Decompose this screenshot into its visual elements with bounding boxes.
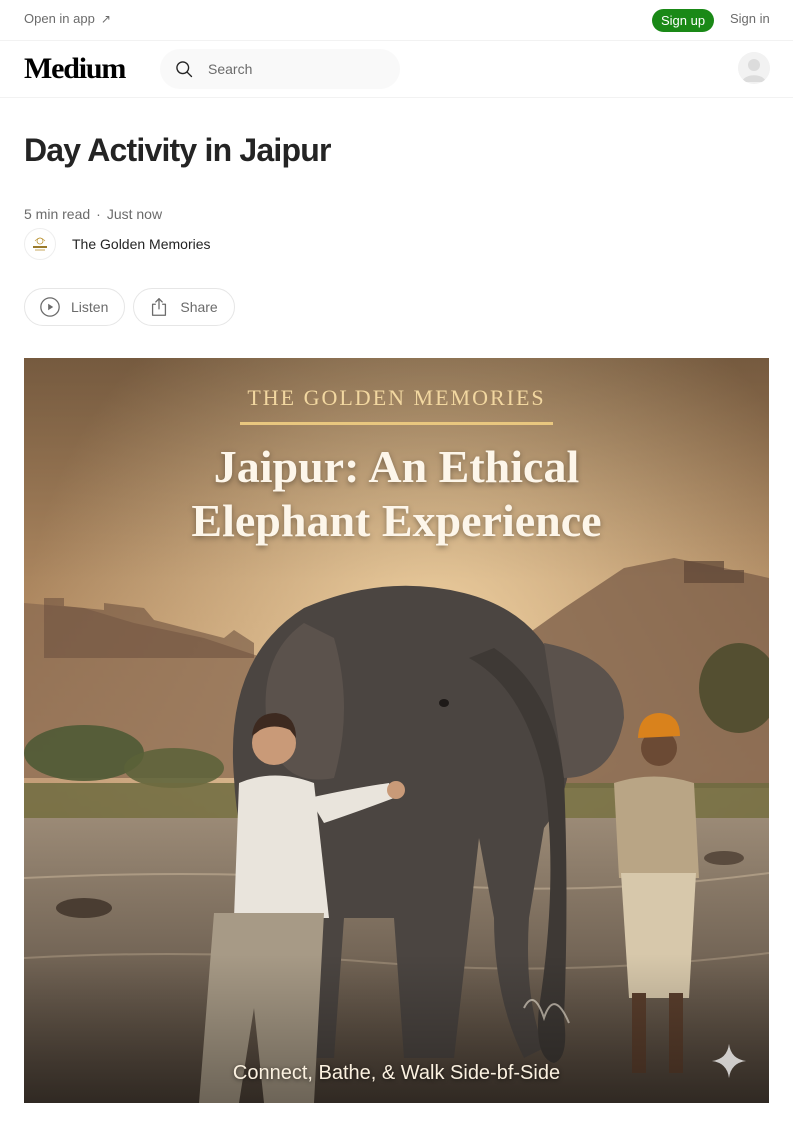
medium-logo[interactable]: Medium xyxy=(24,52,126,86)
sign-up-button[interactable]: Sign up xyxy=(652,9,714,32)
article-actions: Listen Share xyxy=(24,288,235,326)
author-logo-icon[interactable] xyxy=(24,228,56,260)
meta-separator: · xyxy=(96,206,101,222)
share-label: Share xyxy=(180,299,218,315)
open-in-app-label: Open in app xyxy=(24,11,95,26)
search-icon xyxy=(176,61,193,78)
article-title: Day Activity in Jaipur xyxy=(24,132,331,168)
search-input[interactable] xyxy=(208,49,388,89)
share-button[interactable]: Share xyxy=(133,288,235,326)
listen-label: Listen xyxy=(71,299,109,315)
sparkle-icon xyxy=(711,1043,747,1079)
sign-in-link[interactable]: Sign in xyxy=(730,11,770,26)
hero-caption: Connect, Bathe, & Walk Side-bf-Side xyxy=(232,1062,561,1084)
hero-title-line-1: Jaipur: An Ethical xyxy=(213,441,580,492)
search-box[interactable] xyxy=(160,49,400,89)
read-time: 5 min read xyxy=(24,206,91,222)
hero-title-line-2: Elephant Experience xyxy=(191,495,602,546)
author-row: The Golden Memories xyxy=(24,228,211,260)
open-in-app-link[interactable]: Open in app ↗ xyxy=(24,11,111,26)
author-name[interactable]: The Golden Memories xyxy=(72,236,211,252)
hero-divider xyxy=(240,422,553,425)
nav-bar: Medium xyxy=(0,41,793,98)
article-meta: 5 min read · Just now xyxy=(24,206,162,222)
share-icon xyxy=(152,298,167,316)
user-avatar-icon[interactable] xyxy=(738,52,770,84)
listen-button[interactable]: Listen xyxy=(24,288,126,326)
hero-brand-text: THE GOLDEN MEMORIES xyxy=(247,385,546,410)
play-icon xyxy=(40,297,60,317)
top-bar: Open in app ↗ Sign up Sign in xyxy=(0,0,793,41)
arrow-up-right-icon: ↗ xyxy=(100,11,111,26)
publish-time: Just now xyxy=(106,206,163,222)
hero-title: Jaipur: An Ethical Elephant Experience xyxy=(0,440,793,548)
